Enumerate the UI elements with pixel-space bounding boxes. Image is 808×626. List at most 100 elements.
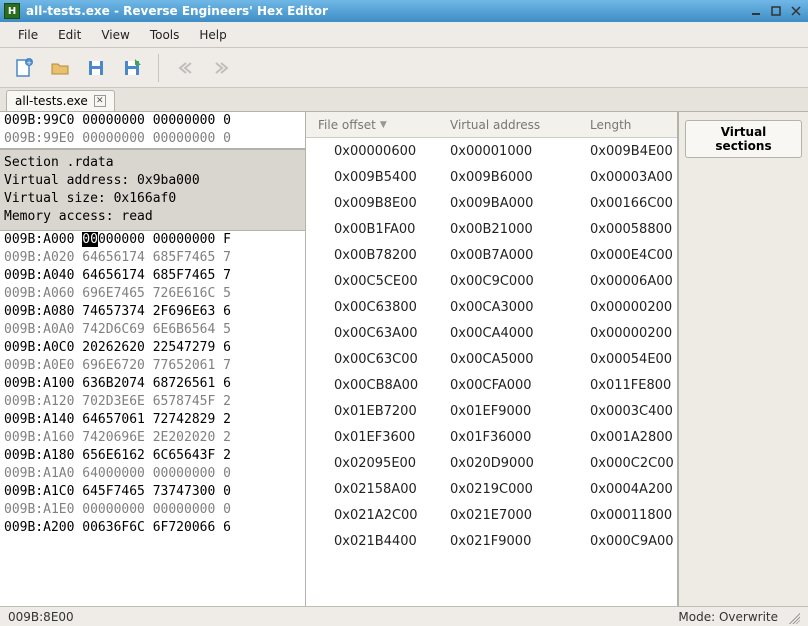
hex-row[interactable]: 009B:A000 00000000 00000000 F	[0, 231, 305, 249]
cell-virtual-address: 0x0219C000	[446, 482, 586, 497]
col-file-offset[interactable]: File offset ▼	[306, 118, 446, 132]
tab-all-tests[interactable]: all-tests.exe ✕	[6, 90, 115, 111]
menubar: File Edit View Tools Help	[0, 22, 808, 48]
cell-virtual-address: 0x00B7A000	[446, 248, 586, 263]
titlebar: H all-tests.exe - Reverse Engineers' Hex…	[0, 0, 808, 22]
cell-length: 0x0003C400	[586, 404, 677, 419]
cell-length: 0x00058800	[586, 222, 677, 237]
hex-row[interactable]: 009B:A200 00636F6C 6F720066 6	[0, 519, 305, 537]
cell-virtual-address: 0x00C9C000	[446, 274, 586, 289]
cell-length: 0x000C9A00	[586, 534, 677, 549]
hex-body-rows[interactable]: 009B:A000 00000000 00000000 F009B:A020 6…	[0, 231, 305, 606]
window-title: all-tests.exe - Reverse Engineers' Hex E…	[26, 4, 328, 18]
hex-row[interactable]: 009B:A120 702D3E6E 6578745F 2	[0, 393, 305, 411]
cell-length: 0x00000200	[586, 326, 677, 341]
hex-pane[interactable]: 009B:99C0 00000000 00000000 0009B:99E0 0…	[0, 112, 306, 606]
table-row[interactable]: 0x01EB72000x01EF90000x0003C400	[306, 398, 677, 424]
table-row[interactable]: 0x021A2C000x021E70000x00011800	[306, 502, 677, 528]
table-row[interactable]: 0x01EF36000x01F360000x001A2800	[306, 424, 677, 450]
hex-row[interactable]: 009B:A080 74657374 2F696E63 6	[0, 303, 305, 321]
table-row[interactable]: 0x009B54000x009B60000x00003A00	[306, 164, 677, 190]
tab-close-icon[interactable]: ✕	[94, 95, 106, 107]
hex-row[interactable]: 009B:A020 64656174 685F7465 7	[0, 249, 305, 267]
menu-view[interactable]: View	[91, 24, 139, 46]
table-row[interactable]: 0x00C63A000x00CA40000x00000200	[306, 320, 677, 346]
col-length[interactable]: Length	[586, 118, 677, 132]
back-button[interactable]	[169, 52, 201, 84]
tab-virtual-sections[interactable]: Virtual sections	[685, 120, 802, 158]
menu-edit[interactable]: Edit	[48, 24, 91, 46]
cell-virtual-address: 0x00B21000	[446, 222, 586, 237]
app-icon: H	[4, 3, 20, 19]
cell-file-offset: 0x00000600	[306, 144, 446, 159]
table-row[interactable]: 0x00B782000x00B7A0000x000E4C00	[306, 242, 677, 268]
hex-row[interactable]: 009B:A0E0 696E6720 77652061 7	[0, 357, 305, 375]
close-button[interactable]	[788, 4, 804, 18]
hex-row[interactable]: 009B:A1C0 645F7465 73747300 0	[0, 483, 305, 501]
right-panel: Virtual sections	[678, 112, 808, 606]
new-file-button[interactable]: +	[8, 52, 40, 84]
save-as-button[interactable]	[116, 52, 148, 84]
open-file-button[interactable]	[44, 52, 76, 84]
table-row[interactable]: 0x00C63C000x00CA50000x00054E00	[306, 346, 677, 372]
cell-length: 0x000C2C00	[586, 456, 677, 471]
hex-row[interactable]: 009B:A0A0 742D6C69 6E6B6564 5	[0, 321, 305, 339]
cell-file-offset: 0x00B78200	[306, 248, 446, 263]
table-row[interactable]: 0x000006000x000010000x009B4E00	[306, 138, 677, 164]
cell-virtual-address: 0x009BA000	[446, 196, 586, 211]
maximize-button[interactable]	[768, 4, 784, 18]
table-row[interactable]: 0x00CB8A000x00CFA0000x011FE800	[306, 372, 677, 398]
table-row[interactable]: 0x021B44000x021F90000x000C9A00	[306, 528, 677, 554]
cell-length: 0x00000200	[586, 300, 677, 315]
table-row[interactable]: 0x00C5CE000x00C9C0000x00006A00	[306, 268, 677, 294]
table-row[interactable]: 0x02158A000x0219C0000x0004A200	[306, 476, 677, 502]
hex-row[interactable]: 009B:A1A0 64000000 00000000 0	[0, 465, 305, 483]
resize-grip-icon[interactable]	[786, 610, 800, 624]
save-button[interactable]	[80, 52, 112, 84]
cell-virtual-address: 0x00001000	[446, 144, 586, 159]
vtable-body[interactable]: 0x000006000x000010000x009B4E000x009B5400…	[306, 138, 677, 606]
workarea: 009B:99C0 00000000 00000000 0009B:99E0 0…	[0, 112, 808, 606]
hex-row[interactable]: 009B:A180 656E6162 6C65643F 2	[0, 447, 305, 465]
minimize-button[interactable]	[748, 4, 764, 18]
cell-length: 0x0004A200	[586, 482, 677, 497]
cell-virtual-address: 0x020D9000	[446, 456, 586, 471]
status-offset: 009B:8E00	[8, 610, 74, 624]
hex-row[interactable]: 009B:A1E0 00000000 00000000 0	[0, 501, 305, 519]
cell-length: 0x00166C00	[586, 196, 677, 211]
forward-button[interactable]	[205, 52, 237, 84]
cell-length: 0x00011800	[586, 508, 677, 523]
cell-virtual-address: 0x021E7000	[446, 508, 586, 523]
table-row[interactable]: 0x00B1FA000x00B210000x00058800	[306, 216, 677, 242]
cell-length: 0x011FE800	[586, 378, 677, 393]
hex-row[interactable]: 009B:A060 696E7465 726E616C 5	[0, 285, 305, 303]
hex-row[interactable]: 009B:A040 64656174 685F7465 7	[0, 267, 305, 285]
tabstrip: all-tests.exe ✕	[0, 88, 808, 112]
col-virtual-address[interactable]: Virtual address	[446, 118, 586, 132]
cell-file-offset: 0x021B4400	[306, 534, 446, 549]
cell-file-offset: 0x00B1FA00	[306, 222, 446, 237]
cell-virtual-address: 0x00CA4000	[446, 326, 586, 341]
cell-length: 0x000E4C00	[586, 248, 677, 263]
cell-file-offset: 0x021A2C00	[306, 508, 446, 523]
table-row[interactable]: 0x00C638000x00CA30000x00000200	[306, 294, 677, 320]
table-row[interactable]: 0x02095E000x020D90000x000C2C00	[306, 450, 677, 476]
table-row[interactable]: 0x009B8E000x009BA0000x00166C00	[306, 190, 677, 216]
statusbar: 009B:8E00 Mode: Overwrite	[0, 606, 808, 626]
toolbar: +	[0, 48, 808, 88]
menu-file[interactable]: File	[8, 24, 48, 46]
hex-row: 009B:99C0 00000000 00000000 0	[0, 112, 305, 130]
menu-tools[interactable]: Tools	[140, 24, 190, 46]
cursor-byte[interactable]: 00	[82, 232, 98, 247]
vtable-header: File offset ▼ Virtual address Length	[306, 112, 677, 138]
cell-virtual-address: 0x01F36000	[446, 430, 586, 445]
hex-row[interactable]: 009B:A0C0 20262620 22547279 6	[0, 339, 305, 357]
cell-length: 0x001A2800	[586, 430, 677, 445]
cell-file-offset: 0x01EF3600	[306, 430, 446, 445]
hex-row[interactable]: 009B:A100 636B2074 68726561 6	[0, 375, 305, 393]
cell-file-offset: 0x02158A00	[306, 482, 446, 497]
hex-row[interactable]: 009B:A140 64657061 72742829 2	[0, 411, 305, 429]
hex-row[interactable]: 009B:A160 7420696E 2E202020 2	[0, 429, 305, 447]
menu-help[interactable]: Help	[189, 24, 236, 46]
cell-virtual-address: 0x00CA3000	[446, 300, 586, 315]
